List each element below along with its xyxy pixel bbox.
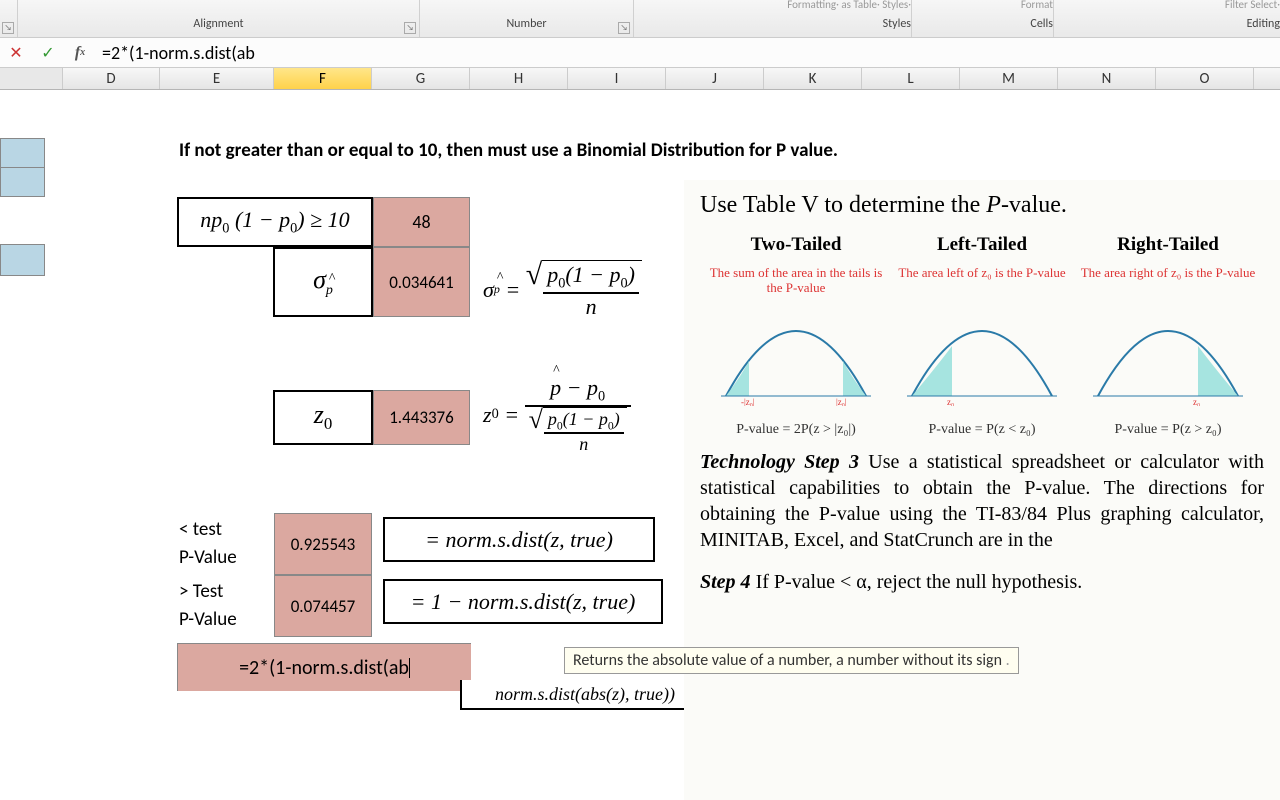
- ribbon-group-number[interactable]: Number ↘: [420, 0, 634, 37]
- tech-step3-text: Technology Step 3 Use a statistical spre…: [700, 449, 1264, 553]
- col-header-L[interactable]: L: [862, 68, 960, 89]
- blue-cells: [0, 138, 45, 275]
- fx-icon[interactable]: fx: [68, 41, 92, 65]
- col-header-F[interactable]: F: [274, 68, 372, 89]
- gt-formula-box: = 1 − norm.s.dist(z, true): [383, 579, 663, 624]
- cancel-icon[interactable]: ✕: [4, 41, 28, 65]
- editing-cell-text: =2*(1-norm.s.dist(ab: [239, 656, 409, 680]
- gt-label2: P-Value: [179, 608, 237, 631]
- sigma-formula: σp = √ p0(1 − p0)n: [483, 260, 642, 320]
- lt-value-cell[interactable]: 0.925543: [274, 513, 372, 575]
- ribbon-group-editing[interactable]: Filter Select· Editing: [1054, 0, 1280, 37]
- col-header-D[interactable]: D: [63, 68, 160, 89]
- col-header-O[interactable]: O: [1156, 68, 1254, 89]
- col-header-K[interactable]: K: [764, 68, 862, 89]
- overlay-title: Use Table V to determine the P-value.: [700, 190, 1264, 221]
- ribbon-group-label: Editing: [1247, 17, 1280, 31]
- editing-cell[interactable]: =2*(1-norm.s.dist(ab: [177, 643, 471, 691]
- col-header-I[interactable]: I: [568, 68, 666, 89]
- ribbon-groups: ↘ Alignment ↘ Number ↘ Formatting· as Tabl…: [0, 0, 1280, 38]
- col-header-E[interactable]: E: [160, 68, 274, 89]
- p-caption: P-value = 2P(z > |z₀|): [706, 421, 886, 439]
- dist-desc: The sum of the area in the tails is the …: [706, 266, 886, 298]
- sigma-value-cell[interactable]: 0.034641: [373, 247, 470, 317]
- formula-bar: ✕ ✓ fx: [0, 38, 1280, 68]
- ribbon-group-label: Alignment: [193, 17, 243, 31]
- dialog-launcher-icon[interactable]: ↘: [2, 22, 14, 34]
- p-caption: P-value = P(z > z₀): [1078, 421, 1258, 439]
- gt-label1: > Test: [179, 580, 223, 603]
- normal-curve-left-tailed: z₀: [907, 306, 1057, 406]
- ribbon-group-font-edge: ↘: [0, 0, 18, 37]
- two-tail-formula-partial: norm.s.dist(abs(z), true)): [460, 680, 710, 710]
- dist-head-left: Left-Tailed: [892, 233, 1072, 258]
- dist-head-two: Two-Tailed: [706, 233, 886, 258]
- dist-captions: P-value = 2P(z > |z₀|) P-value = P(z < z…: [700, 417, 1264, 439]
- ribbon-group-alignment[interactable]: Alignment ↘: [18, 0, 420, 37]
- svg-text:z₀: z₀: [1193, 397, 1200, 406]
- function-tooltip: Returns the absolute value of a number, …: [564, 647, 1019, 674]
- gt-value-cell[interactable]: 0.074457: [274, 575, 372, 637]
- z0-value-cell[interactable]: 1.443376: [373, 390, 470, 445]
- dist-desc: The area left of z₀ is the P-value: [892, 266, 1072, 298]
- dialog-launcher-icon[interactable]: ↘: [618, 22, 630, 34]
- sigma-label-box: σp: [273, 247, 373, 317]
- step4-text: Step 4 If P-value < α, reject the null h…: [700, 569, 1264, 595]
- ribbon-sublabel: Format: [1021, 0, 1053, 11]
- np-formula-box: np0 (1 − p0) ≥ 10: [177, 197, 373, 247]
- svg-text:|z₀|: |z₀|: [836, 397, 847, 406]
- col-header-N[interactable]: N: [1058, 68, 1156, 89]
- cell[interactable]: [0, 167, 45, 197]
- lt-formula-box: = norm.s.dist(z, true): [383, 517, 655, 562]
- ribbon-group-label: Styles: [883, 17, 911, 31]
- cell[interactable]: [0, 244, 45, 276]
- cell[interactable]: [0, 138, 45, 168]
- col-header-G[interactable]: G: [372, 68, 470, 89]
- lt-label2: P-Value: [179, 546, 237, 569]
- svg-text:z₀: z₀: [947, 397, 954, 406]
- text-cursor: [409, 658, 410, 678]
- col-header-M[interactable]: M: [960, 68, 1058, 89]
- enter-icon[interactable]: ✓: [36, 41, 60, 65]
- ribbon-group-label: Number: [506, 17, 546, 31]
- ribbon-sublabel: Filter Select·: [1225, 0, 1280, 11]
- ribbon-group-cells[interactable]: Format Cells: [912, 0, 1054, 37]
- z0-formula: z0 = p − p0 √ p0(1 − p0)n: [483, 375, 631, 455]
- dist-descs: The sum of the area in the tails is the …: [700, 262, 1264, 302]
- dist-desc: The area right of z₀ is the P-value: [1078, 266, 1258, 298]
- np-value-cell[interactable]: 48: [373, 197, 470, 247]
- ribbon-sublabel: Formatting· as Table· Styles·: [787, 0, 911, 11]
- ribbon-group-styles[interactable]: Formatting· as Table· Styles· Styles: [634, 0, 912, 37]
- dist-headers: Two-Tailed Left-Tailed Right-Tailed: [700, 233, 1264, 258]
- normal-curve-two-tailed: -|z₀| |z₀|: [721, 306, 871, 406]
- svg-text:-|z₀|: -|z₀|: [741, 397, 755, 406]
- spreadsheet-grid[interactable]: If not greater than or equal to 10, then…: [0, 90, 1280, 718]
- col-header-H[interactable]: H: [470, 68, 568, 89]
- p-caption: P-value = P(z < z₀): [892, 421, 1072, 439]
- dialog-launcher-icon[interactable]: ↘: [404, 22, 416, 34]
- normal-curve-right-tailed: z₀: [1093, 306, 1243, 406]
- textbook-overlay: Use Table V to determine the P-value. Tw…: [684, 180, 1280, 800]
- formula-input[interactable]: [96, 40, 1280, 66]
- z0-label-box: z0: [273, 390, 373, 445]
- col-header-spacer: [0, 68, 63, 89]
- ribbon-group-label: Cells: [1030, 17, 1053, 31]
- col-header-J[interactable]: J: [666, 68, 764, 89]
- column-headers: D E F G H I J K L M N O: [0, 68, 1280, 90]
- dist-head-right: Right-Tailed: [1078, 233, 1258, 258]
- lt-label1: < test: [179, 518, 222, 541]
- heading-text: If not greater than or equal to 10, then…: [179, 139, 838, 162]
- dist-curves: -|z₀| |z₀| z₀ z₀: [700, 306, 1264, 413]
